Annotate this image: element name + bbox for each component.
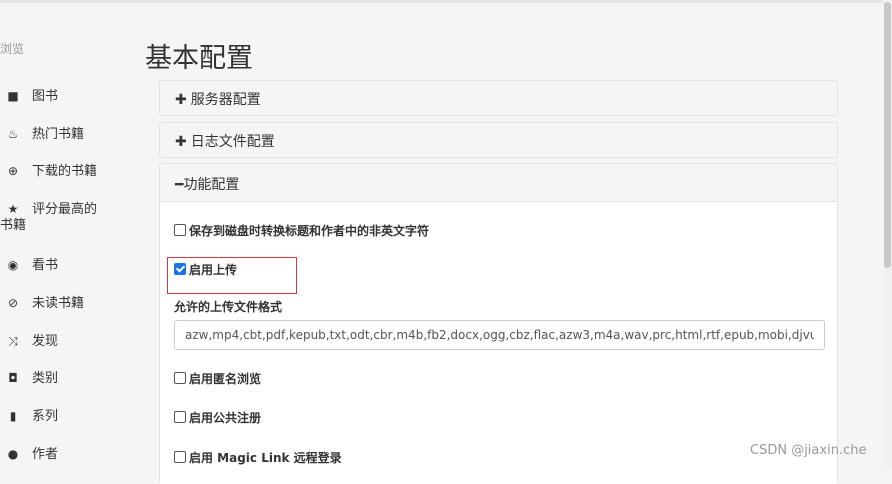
page-title: 基本配置 bbox=[145, 43, 253, 74]
panel-title: 日志文件配置 bbox=[190, 134, 275, 150]
shuffle-icon: ⤨ bbox=[8, 334, 18, 348]
checkbox-label: 启用上传 bbox=[189, 263, 238, 277]
checkbox-unchecked[interactable] bbox=[174, 451, 186, 463]
plus-icon: ✚ bbox=[175, 134, 187, 150]
upload-formats-label: 允许的上传文件格式 bbox=[174, 300, 283, 314]
bookmark-icon: ▮ bbox=[9, 409, 17, 423]
panel-feature-header[interactable]: ━功能配置 bbox=[160, 164, 837, 202]
sidebar-item-categories[interactable]: ◘ 类别 bbox=[6, 370, 58, 387]
sidebar-item-label: 系列 bbox=[32, 409, 59, 424]
panel-title: 服务器配置 bbox=[190, 92, 261, 108]
panel-feature-config: ━功能配置 保存到磁盘时转换标题和作者中的非英文字符 启用上传 允许的上传文件格… bbox=[159, 163, 838, 484]
checkbox-checked[interactable] bbox=[174, 263, 186, 275]
checkbox-label: 启用匿名浏览 bbox=[189, 372, 262, 386]
upload-formats-input[interactable] bbox=[174, 320, 825, 350]
checkbox-unchecked[interactable] bbox=[174, 411, 186, 423]
checkbox-anonymous-browse[interactable]: 启用匿名浏览 bbox=[174, 370, 261, 387]
eye-icon: ◉ bbox=[7, 258, 19, 272]
sidebar-item-authors[interactable]: ● 作者 bbox=[6, 446, 58, 463]
sidebar-item-label: 类别 bbox=[32, 371, 59, 386]
sidebar-item-label: 作者 bbox=[32, 447, 59, 462]
sidebar-item-top-rated[interactable]: ★ 评分最高的 书籍 bbox=[0, 201, 116, 234]
checkbox-magic-link[interactable]: 启用 Magic Link 远程登录 bbox=[174, 449, 342, 466]
watermark: CSDN @jiaxin.che bbox=[750, 443, 867, 458]
sidebar-item-label: 图书 bbox=[32, 89, 59, 104]
checkbox-label: 启用公共注册 bbox=[189, 411, 262, 425]
sidebar-item-read[interactable]: ◉ 看书 bbox=[6, 257, 58, 274]
sidebar-item-hot-books[interactable]: ♨ 热门书籍 bbox=[6, 126, 84, 143]
star-icon: ★ bbox=[7, 202, 19, 216]
panel-server-config[interactable]: ✚ 服务器配置 bbox=[159, 80, 838, 116]
panel-feature-body: 保存到磁盘时转换标题和作者中的非英文字符 启用上传 允许的上传文件格式 启用匿名… bbox=[160, 202, 837, 484]
sidebar-item-unread[interactable]: ⊘ 未读书籍 bbox=[6, 295, 84, 312]
checkbox-unchecked[interactable] bbox=[174, 224, 186, 236]
plus-icon: ✚ bbox=[175, 92, 187, 108]
checkbox-public-registration[interactable]: 启用公共注册 bbox=[174, 409, 261, 426]
download-icon: ⊕ bbox=[7, 164, 19, 178]
sidebar-item-label: 评分最高的 bbox=[32, 202, 98, 217]
sidebar-item-series[interactable]: ▮ 系列 bbox=[6, 408, 58, 425]
panel-title: 功能配置 bbox=[183, 177, 240, 193]
checkbox-enable-upload[interactable]: 启用上传 bbox=[174, 261, 237, 278]
sidebar-item-label: 热门书籍 bbox=[32, 127, 85, 142]
sidebar-item-label: 看书 bbox=[32, 258, 59, 273]
checkbox-unchecked[interactable] bbox=[174, 372, 186, 384]
sidebar-item-downloaded[interactable]: ⊕ 下载的书籍 bbox=[6, 163, 97, 180]
inbox-icon: ◘ bbox=[8, 371, 18, 385]
user-icon: ● bbox=[7, 447, 19, 461]
sidebar-item-discover[interactable]: ⤨ 发现 bbox=[6, 333, 58, 350]
checkbox-label: 启用 Magic Link 远程登录 bbox=[189, 451, 342, 465]
sidebar-heading: 浏览 bbox=[0, 42, 25, 56]
sidebar: 浏览 ■ 图书 ♨ 热门书籍 ⊕ 下载的书籍 ★ 评分最高的 书籍 ◉ 看书 ⊘ 未读书籍 … bbox=[0, 0, 140, 469]
checkbox-label: 保存到磁盘时转换标题和作者中的非英文字符 bbox=[189, 224, 430, 238]
sidebar-item-label: 下载的书籍 bbox=[32, 164, 98, 179]
sidebar-item-label: 发现 bbox=[32, 334, 59, 349]
fire-icon: ♨ bbox=[7, 127, 19, 141]
eye-slash-icon: ⊘ bbox=[7, 296, 19, 310]
sidebar-item-label: 未读书籍 bbox=[32, 296, 85, 311]
book-icon: ■ bbox=[7, 89, 19, 103]
checkbox-convert-non-english[interactable]: 保存到磁盘时转换标题和作者中的非英文字符 bbox=[174, 222, 429, 239]
panel-log-config[interactable]: ✚ 日志文件配置 bbox=[159, 122, 838, 158]
sidebar-item-books[interactable]: ■ 图书 bbox=[6, 88, 58, 105]
scrollbar-thumb[interactable] bbox=[884, 2, 891, 268]
sidebar-item-label-line2: 书籍 bbox=[0, 218, 27, 233]
